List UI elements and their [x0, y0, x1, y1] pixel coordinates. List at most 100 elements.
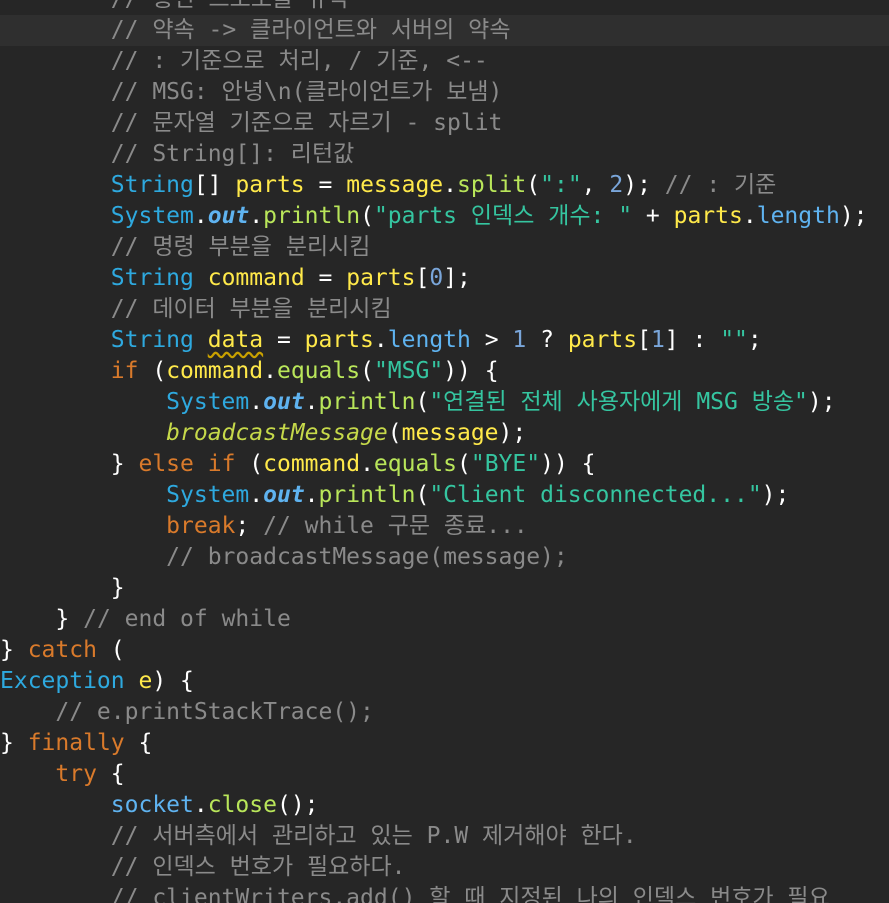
code-line[interactable]: } finally {: [0, 728, 889, 759]
code-token: message: [346, 172, 444, 198]
code-token: data: [207, 327, 264, 353]
code-line[interactable]: System.out.println("연결된 전체 사용자에게 MSG 방송"…: [0, 387, 889, 418]
code-line[interactable]: // 인덱스 번호가 필요하다.: [0, 852, 889, 883]
code-token: socket: [110, 792, 194, 818]
code-token: (: [235, 451, 264, 477]
code-token: }: [110, 575, 125, 601]
code-token: .: [249, 203, 264, 229]
code-line[interactable]: // 통신 프로토콜 규약: [0, 0, 889, 15]
code-token: (: [457, 451, 471, 477]
code-line[interactable]: // 문자열 기준으로 자르기 - split: [0, 108, 889, 139]
code-line[interactable]: } // end of while: [0, 604, 889, 635]
code-line[interactable]: try {: [0, 759, 889, 790]
code-token: "Client disconnected...": [429, 482, 762, 508]
code-token: // clientWriters.add() 할 때 지정된 나의 인덱스 번호…: [110, 885, 830, 903]
code-token: println: [318, 389, 416, 415]
code-line[interactable]: // MSG: 안녕\n(클라이언트가 보냄): [0, 77, 889, 108]
code-line[interactable]: String[] parts = message.split(":", 2); …: [0, 170, 889, 201]
code-token: "연결된 전체 사용자에게 MSG 방송": [429, 389, 808, 415]
code-token: ();: [276, 792, 319, 818]
code-token: println: [263, 203, 361, 229]
code-editor[interactable]: // 통신 프로토콜 규약 // 약속 -> 클라이언트와 서버의 약속 // …: [0, 0, 889, 903]
code-token: ;: [747, 327, 762, 353]
code-token: );: [761, 482, 790, 508]
code-line[interactable]: // : 기준으로 처리, / 기준, <--: [0, 46, 889, 77]
code-line[interactable]: System.out.println("Client disconnected.…: [0, 480, 889, 511]
code-line[interactable]: System.out.println("parts 인덱스 개수: " + pa…: [0, 201, 889, 232]
code-token: //: [111, 0, 153, 12]
code-line[interactable]: socket.close();: [0, 790, 889, 821]
code-token: .: [373, 327, 388, 353]
code-token: String: [110, 327, 194, 353]
code-token: +: [632, 203, 674, 229]
code-token: 2: [609, 172, 624, 198]
code-line[interactable]: }: [0, 573, 889, 604]
code-token: "BYE": [470, 451, 541, 477]
code-token: >: [470, 327, 513, 353]
code-token: )) {: [540, 451, 596, 477]
code-token: =: [304, 265, 347, 291]
code-token: .: [360, 451, 374, 477]
code-token: else if: [138, 451, 236, 477]
code-line[interactable]: // clientWriters.add() 할 때 지정된 나의 인덱스 번호…: [0, 883, 889, 903]
code-line[interactable]: // broadcastMessage(message);: [0, 542, 889, 573]
code-line[interactable]: // 명령 부분을 분리시킴: [0, 232, 889, 263]
code-token: e: [138, 668, 153, 694]
code-token: =: [263, 327, 305, 353]
code-token: // e.printStackTrace();: [55, 699, 374, 725]
code-token: (: [96, 637, 125, 663]
code-token: finally: [27, 730, 125, 756]
code-token: // 데이터 부분을 분리시킴: [110, 296, 392, 322]
code-token: System: [110, 203, 194, 229]
code-token: parts: [235, 172, 305, 198]
code-token: parts: [567, 327, 638, 353]
code-line[interactable]: // e.printStackTrace();: [0, 697, 889, 728]
code-token: );: [807, 389, 836, 415]
code-token: length: [756, 203, 840, 229]
code-token: // broadcastMessage(message);: [166, 544, 568, 570]
code-token: command: [166, 358, 264, 384]
code-token: // : 기준: [664, 172, 777, 198]
code-line[interactable]: // 서버측에서 관리하고 있는 P.W 제거해야 한다.: [0, 821, 889, 852]
code-token: // String[]: 리턴값: [110, 141, 355, 167]
code-token: =: [304, 172, 347, 198]
code-line[interactable]: // 약속 -> 클라이언트와 서버의 약속: [0, 15, 889, 46]
code-token: equals: [373, 451, 458, 477]
code-line[interactable]: } catch (: [0, 635, 889, 666]
code-token: ] :: [664, 327, 721, 353]
code-line[interactable]: break; // while 구문 종료...: [0, 511, 889, 542]
code-token: .: [304, 482, 319, 508]
code-line[interactable]: broadcastMessage(message);: [0, 418, 889, 449]
code-line[interactable]: if (command.equals("MSG")) {: [0, 356, 889, 387]
code-line[interactable]: // String[]: 리턴값: [0, 139, 889, 170]
code-line[interactable]: } else if (command.equals("BYE")) {: [0, 449, 889, 480]
code-token: command: [263, 451, 361, 477]
code-line[interactable]: String data = parts.length > 1 ? parts[1…: [0, 325, 889, 356]
code-token: 1: [650, 327, 665, 353]
code-token: // 약속 -> 클라이언트와 서버의 약속: [110, 17, 511, 43]
code-token: break: [166, 513, 236, 539]
code-token: // MSG: 안녕\n(클라이언트가 보냄): [110, 79, 503, 105]
code-token: }: [55, 606, 84, 632]
code-token: out: [263, 482, 305, 508]
code-line[interactable]: Exception e) {: [0, 666, 889, 697]
code-token: .: [249, 389, 264, 415]
code-line[interactable]: // 데이터 부분을 분리시킴: [0, 294, 889, 325]
code-line[interactable]: String command = parts[0];: [0, 263, 889, 294]
code-token: )) {: [443, 358, 499, 384]
